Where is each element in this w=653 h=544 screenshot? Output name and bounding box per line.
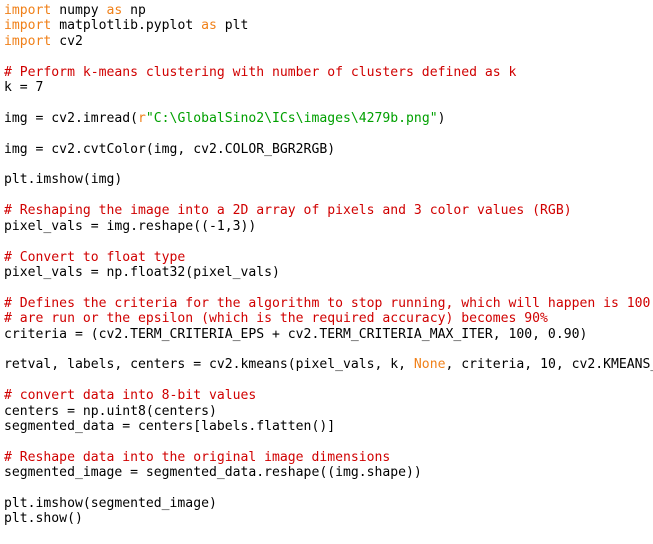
code-line: # Defines the criteria for the algorithm…	[4, 296, 653, 311]
code-viewport[interactable]: import numpy as np import matplotlib.pypl…	[0, 0, 653, 544]
code-token-plain: numpy	[51, 3, 107, 18]
code-token-plain: plt.show()	[4, 511, 83, 527]
code-token-kw: as	[106, 3, 123, 18]
code-line: # Convert to float type	[4, 250, 653, 265]
code-token-kw: import	[4, 18, 52, 34]
code-token-com: # convert data into 8-bit values	[4, 388, 257, 404]
code-line: pixel_vals = np.float32(pixel_vals)	[4, 265, 653, 280]
code-line: # Perform k-means clustering with number…	[4, 65, 653, 80]
code-token-plain: pixel_vals = np.float32(pixel_vals)	[4, 264, 280, 280]
code-token-plain: matplotlib.pyplot	[51, 18, 202, 34]
code-token-com: # Defines the criteria for the algorithm…	[4, 295, 651, 311]
code-line: segmented_image = segmented_data.reshape…	[4, 465, 653, 480]
code-line: retval, labels, centers = cv2.kmeans(pix…	[4, 357, 653, 372]
code-line: criteria = (cv2.TERM_CRITERIA_EPS + cv2.…	[4, 327, 653, 342]
code-token-kw: None	[413, 357, 446, 373]
code-token-plain: , criteria, 10, cv2.KMEANS_RANDOM_CENTER…	[445, 357, 653, 373]
code-token-plain: cv2	[51, 33, 83, 49]
code-line: img = cv2.imread(r"C:\GlobalSino2\ICs\im…	[4, 111, 653, 126]
code-line: img = cv2.cvtColor(img, cv2.COLOR_BGR2RG…	[4, 142, 653, 157]
code-token-plain: criteria = (cv2.TERM_CRITERIA_EPS + cv2.…	[4, 326, 588, 342]
code-token-com: # are run or the epsilon (which is the r…	[4, 311, 548, 327]
code-line: plt.imshow(img)	[4, 172, 653, 187]
code-token-plain: retval, labels, centers = cv2.kmeans(pix…	[4, 357, 414, 373]
code-line: # Reshape data into the original image d…	[4, 450, 653, 465]
code-token-plain: centers = np.uint8(centers)	[4, 403, 217, 419]
code-token-kw: as	[201, 18, 217, 34]
code-line: import numpy as np	[4, 3, 653, 18]
code-token-plain: pixel_vals = img.reshape((-1,3))	[4, 218, 257, 234]
code-line: k = 7	[4, 80, 653, 95]
code-token-kw: import	[4, 33, 52, 49]
code-token-plain: img = cv2.cvtColor(img, cv2.COLOR_BGR2RG…	[4, 141, 336, 157]
code-token-plain: plt.imshow(img)	[4, 172, 123, 188]
code-token-com: # Reshaping the image into a 2D array of…	[4, 203, 572, 219]
code-line: segmented_data = centers[labels.flatten(…	[4, 419, 653, 434]
code-token-com: # Reshape data into the original image d…	[4, 449, 391, 465]
code-line: # Reshaping the image into a 2D array of…	[4, 203, 653, 218]
code-line: plt.show()	[4, 511, 653, 526]
code-token-com: # Perform k-means clustering with number…	[4, 64, 517, 80]
code-token-plain: segmented_image = segmented_data.reshape…	[4, 465, 422, 481]
code-token-plain: img = cv2.imread(	[4, 110, 139, 126]
code-token-com: # Convert to float type	[4, 249, 186, 265]
code-token-plain: plt.imshow(segmented_image)	[4, 496, 217, 511]
code-token-str: "C:\GlobalSino2\ICs\images\4279b.png"	[145, 110, 438, 126]
code-line: plt.imshow(segmented_image)	[4, 496, 653, 511]
code-token-kw: r	[138, 110, 146, 126]
code-line: import cv2	[4, 34, 653, 49]
code-line: centers = np.uint8(centers)	[4, 404, 653, 419]
code-token-plain: k = 7	[4, 80, 44, 96]
code-token-plain: )	[437, 110, 446, 126]
code-line: # convert data into 8-bit values	[4, 388, 653, 403]
code-line: pixel_vals = img.reshape((-1,3))	[4, 219, 653, 234]
code-line: # are run or the epsilon (which is the r…	[4, 311, 653, 326]
code-token-plain: segmented_data = centers[labels.flatten(…	[4, 418, 336, 434]
code-token-plain: np	[122, 3, 146, 18]
code-token-plain: plt	[216, 18, 249, 34]
code-token-kw: import	[4, 3, 52, 18]
code-listing[interactable]: import numpy as np import matplotlib.pypl…	[0, 0, 653, 542]
code-line: import matplotlib.pyplot as plt	[4, 18, 653, 33]
